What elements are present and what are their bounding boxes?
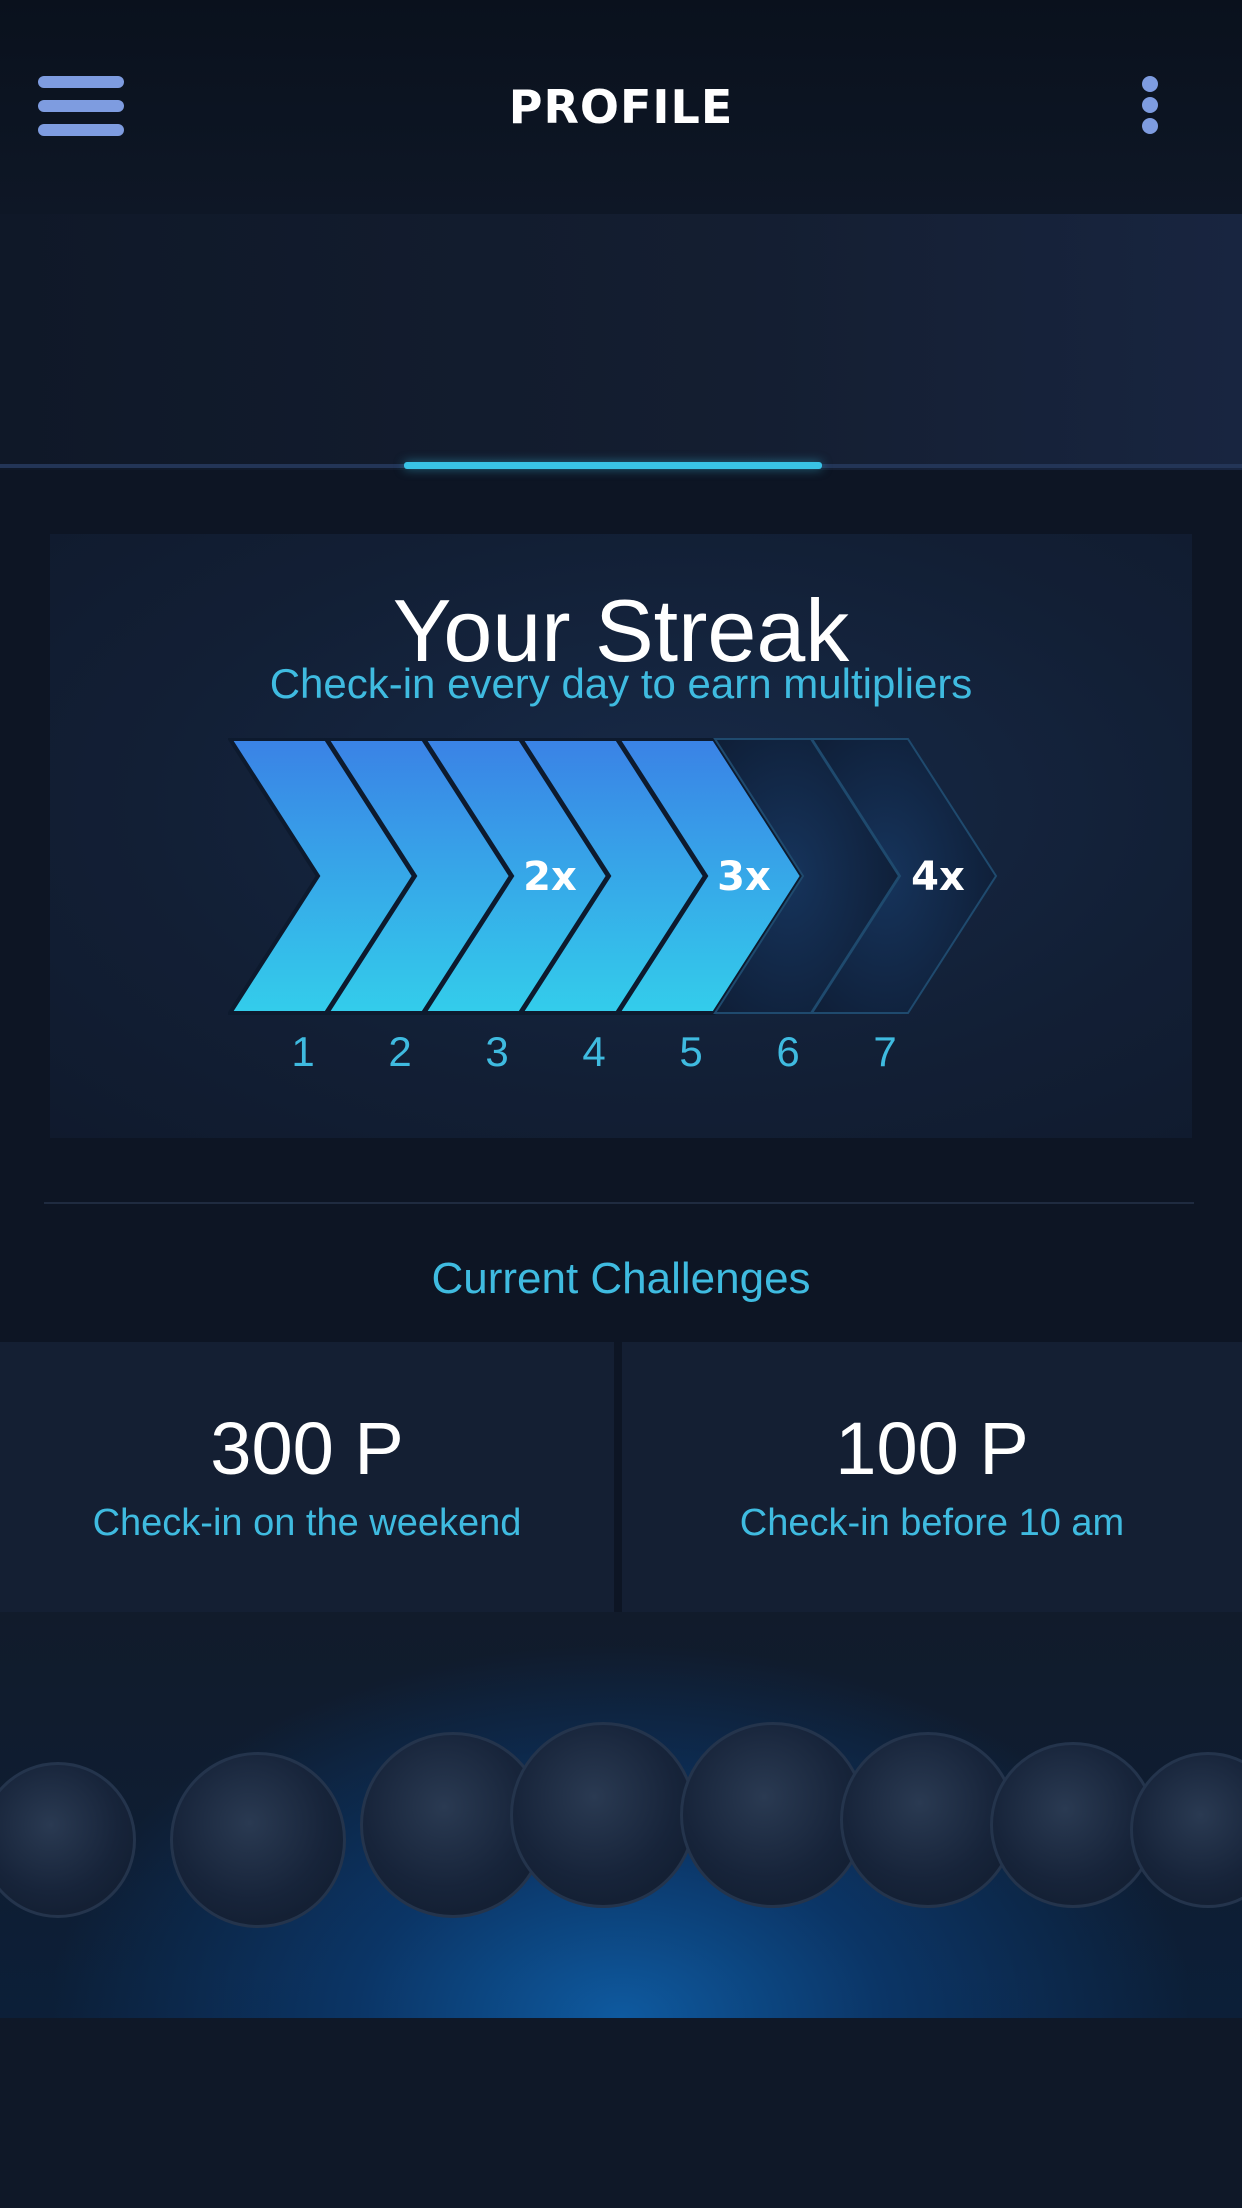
weight-plate-image bbox=[0, 1762, 136, 1918]
challenge-description: Check-in on the weekend bbox=[92, 1502, 522, 1544]
streak-day-2: 2 bbox=[388, 1028, 412, 1075]
challenge-description: Check-in before 10 am bbox=[739, 1502, 1125, 1544]
weight-plate-image bbox=[680, 1722, 866, 1908]
streak-day-4: 4 bbox=[582, 1028, 606, 1075]
streak-chevron-row: 2x 3x 4x bbox=[228, 738, 998, 1015]
streak-day-3: 3 bbox=[485, 1028, 509, 1075]
weight-plate-image bbox=[1130, 1752, 1242, 1908]
multiplier-label-2x: 2x bbox=[523, 854, 577, 900]
weight-plate-image bbox=[170, 1752, 346, 1928]
profile-screen: PROFILE Your Streak Check-in every day t… bbox=[0, 0, 1242, 2208]
challenges-title: Current Challenges bbox=[431, 1254, 811, 1303]
bottom-area bbox=[0, 2018, 1242, 2208]
active-tab-indicator[interactable] bbox=[404, 462, 822, 469]
profile-banner bbox=[0, 214, 1242, 470]
streak-day-6: 6 bbox=[776, 1028, 800, 1075]
app-header: PROFILE bbox=[0, 0, 1242, 214]
streak-day-1: 1 bbox=[291, 1028, 315, 1075]
streak-day-7: 7 bbox=[873, 1028, 897, 1075]
challenge-card-early[interactable]: 100 P Check-in before 10 am bbox=[622, 1342, 1242, 1612]
challenge-points: 300 P bbox=[210, 1407, 404, 1490]
streak-day-5: 5 bbox=[679, 1028, 703, 1075]
section-divider bbox=[44, 1202, 1194, 1204]
weight-plate-image bbox=[510, 1722, 696, 1908]
more-options-icon[interactable] bbox=[1140, 74, 1160, 140]
streak-subtitle: Check-in every day to earn multipliers bbox=[269, 660, 973, 707]
multiplier-label-4x: 4x bbox=[911, 854, 965, 900]
streak-card: Your Streak Check-in every day to earn m… bbox=[50, 534, 1192, 1138]
challenge-card-weekend[interactable]: 300 P Check-in on the weekend bbox=[0, 1342, 614, 1612]
challenge-points: 100 P bbox=[835, 1407, 1029, 1490]
multiplier-label-3x: 3x bbox=[717, 854, 771, 900]
page-title: PROFILE bbox=[508, 80, 734, 134]
gym-background-image bbox=[0, 1612, 1242, 2018]
